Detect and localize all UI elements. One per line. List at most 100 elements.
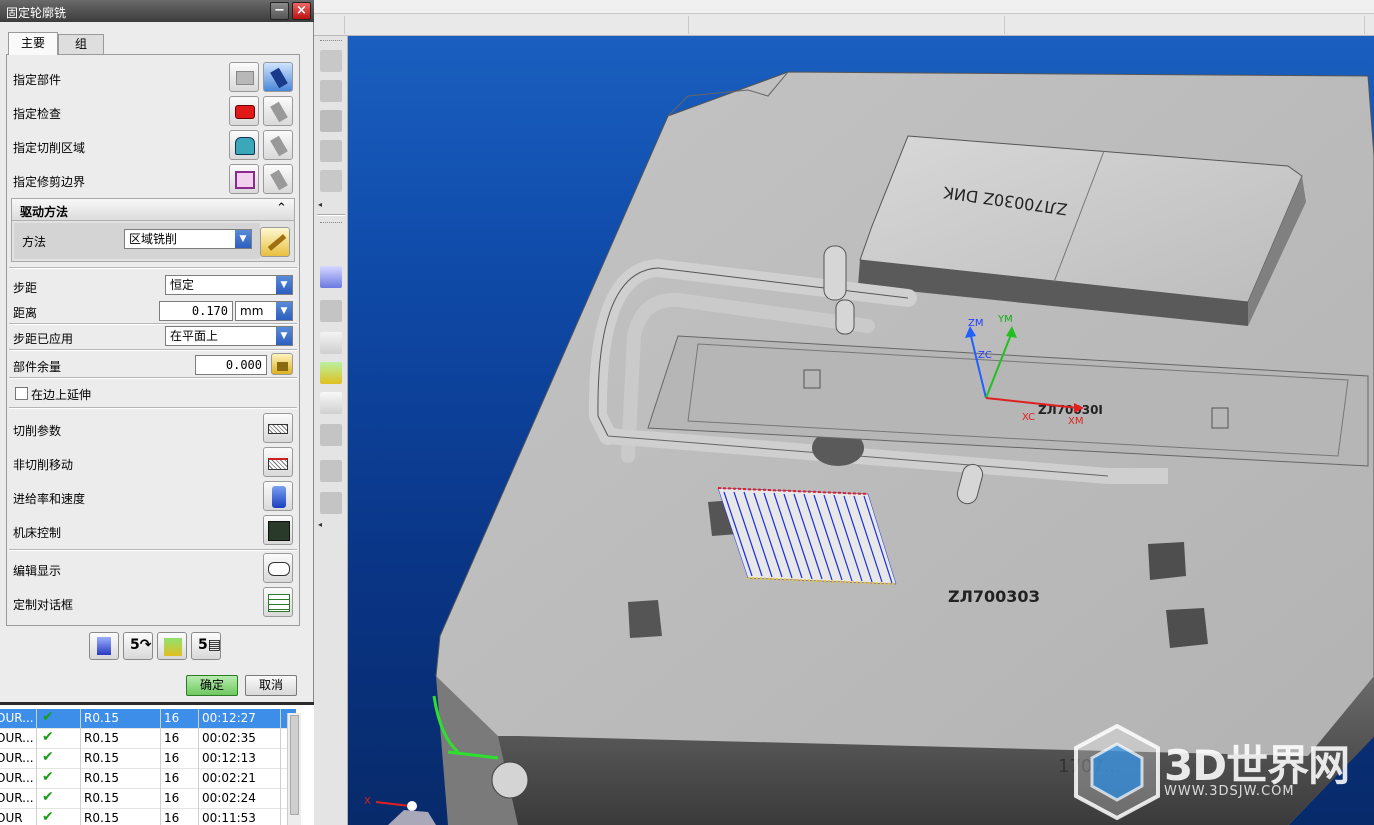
non-cutting-moves-label: 非切削移动 (13, 458, 74, 472)
table-row[interactable]: OUR... ✔ R0.15 16 00:02:24 (0, 789, 296, 809)
column-divider (280, 789, 281, 809)
verify-toolpath-icon[interactable] (320, 362, 342, 384)
postprocess-icon[interactable] (320, 392, 342, 414)
edit-display-icon (268, 562, 290, 576)
column-divider (280, 809, 281, 825)
distance-input[interactable]: 0.170 (159, 301, 233, 321)
tool-number: 16 (164, 771, 180, 785)
replay-icon[interactable] (320, 300, 342, 322)
minimize-button[interactable]: − (270, 2, 289, 20)
tab-main[interactable]: 主要 (8, 32, 58, 55)
create-method-icon[interactable] (320, 140, 342, 162)
cutting-params-icon (268, 424, 288, 434)
table-row[interactable]: OUR... ✔ R0.15 16 00:12:27 (0, 709, 296, 729)
scrollbar-thumb[interactable] (290, 715, 299, 815)
distance-unit-select[interactable]: mm ▼ (235, 301, 293, 321)
display-trim-boundary-button[interactable] (263, 164, 293, 194)
toolbar-grip[interactable] (320, 222, 342, 225)
generate-button[interactable] (89, 632, 119, 660)
operation-name: OUR... (0, 711, 34, 725)
vertical-scrollbar[interactable] (287, 713, 301, 825)
tool-number: 16 (164, 791, 180, 805)
mold-model: ZЛ70030Z DИK ZЛ70030I ZЛ70030З 1707... (364, 71, 1374, 825)
select-part-button[interactable] (229, 62, 259, 92)
edit-display-button[interactable] (263, 553, 293, 583)
column-divider (160, 749, 161, 769)
lock-button[interactable] (271, 353, 293, 375)
display-cut-area-button[interactable] (263, 130, 293, 160)
generate-icon (97, 637, 111, 655)
graphics-viewport[interactable]: ZЛ70030Z DИK ZЛ70030I ZЛ70030З 1707... (348, 36, 1374, 825)
column-divider (36, 789, 37, 809)
custom-dialog-label: 定制对话框 (13, 598, 74, 612)
ok-button[interactable]: 确定 (186, 675, 238, 696)
cancel-button[interactable]: 取消 (245, 675, 297, 696)
check-geometry-icon (235, 105, 255, 119)
collapse-arrow-icon[interactable]: ◂ (318, 200, 322, 209)
stepover-select[interactable]: 恒定 ▼ (165, 275, 293, 295)
select-cut-area-button[interactable] (229, 130, 259, 160)
generate-toolpath-icon[interactable] (320, 266, 342, 288)
table-row[interactable]: OUR... ✔ R0.15 16 00:12:13 (0, 749, 296, 769)
output-cls-icon[interactable] (320, 460, 342, 482)
table-row[interactable]: OUR... ✔ R0.15 16 00:02:21 (0, 769, 296, 789)
display-check-button[interactable] (263, 96, 293, 126)
display-part-button[interactable] (263, 62, 293, 92)
extend-at-edges-checkbox[interactable] (15, 387, 28, 400)
machine-control-icon (268, 521, 290, 541)
column-divider (160, 729, 161, 749)
main-panel: 指定部件 指定检查 指定切削区域 指定修剪边界 驱动方法 ⌃ 方法 区域铣削 ▼… (6, 54, 300, 626)
tab-group[interactable]: 组 (58, 34, 104, 54)
custom-dialog-icon (268, 594, 290, 612)
select-check-button[interactable] (229, 96, 259, 126)
drive-method-group: 驱动方法 ⌃ 方法 区域铣削 ▼ (11, 198, 295, 262)
table-row[interactable]: OUR... ✔ R0.15 16 00:02:35 (0, 729, 296, 749)
axis-ym-label: YM (997, 314, 1013, 325)
part-stock-input[interactable]: 0.000 (195, 355, 267, 375)
replay-button[interactable]: 5↷ (123, 632, 153, 660)
operation-name: OUR (0, 811, 23, 825)
method-label: 方法 (22, 235, 47, 249)
operation-name: OUR... (0, 731, 34, 745)
create-tool-icon[interactable] (320, 80, 342, 102)
dialog-titlebar[interactable]: 固定轮廓铣 − × (0, 0, 314, 22)
collapse-icon[interactable]: ⌃ (276, 201, 287, 216)
watermark: 3D世界网 WWW.3DSJW.COM (1072, 723, 1372, 824)
tool-number: 16 (164, 711, 180, 725)
list-button[interactable]: 5▤ (191, 632, 221, 660)
custom-dialog-button[interactable] (263, 587, 293, 617)
machine-control-button[interactable] (263, 515, 293, 545)
create-geometry-icon[interactable] (320, 110, 342, 132)
column-divider (80, 809, 81, 825)
stepover-applied-select[interactable]: 在平面上 ▼ (165, 326, 293, 346)
checkmark-icon: ✔ (42, 789, 54, 805)
column-divider (160, 789, 161, 809)
method-select[interactable]: 区域铣削 ▼ (124, 229, 252, 249)
create-operation-icon[interactable] (320, 170, 342, 192)
simulate-icon[interactable] (320, 492, 342, 514)
fixed-contour-dialog: 固定轮廓铣 − × 主要 组 指定部件 指定检查 指定切削区域 指定修剪边界 驱… (0, 0, 314, 702)
column-divider (198, 709, 199, 729)
feeds-speeds-button[interactable] (263, 481, 293, 511)
list-toolpath-icon[interactable] (320, 332, 342, 354)
edit-method-button[interactable] (260, 227, 290, 257)
toolbar-grip[interactable] (320, 40, 342, 43)
non-cutting-moves-button[interactable] (263, 447, 293, 477)
verify-button[interactable] (157, 632, 187, 660)
axis-xm-label: XM (1068, 416, 1083, 427)
select-trim-boundary-button[interactable] (229, 164, 259, 194)
table-row[interactable]: OUR ✔ R0.15 16 00:11:53 (0, 809, 296, 825)
cutting-params-button[interactable] (263, 413, 293, 443)
watermark-logo (1074, 723, 1160, 821)
method-value: 区域铣削 (129, 232, 178, 246)
drive-method-header[interactable]: 驱动方法 ⌃ (12, 199, 294, 221)
column-divider (80, 769, 81, 789)
shop-doc-icon[interactable] (320, 424, 342, 446)
checkmark-icon: ✔ (42, 809, 54, 825)
column-divider (36, 769, 37, 789)
column-divider (36, 729, 37, 749)
create-program-icon[interactable] (320, 50, 342, 72)
collapse-arrow-icon[interactable]: ◂ (318, 520, 322, 529)
column-divider (198, 789, 199, 809)
close-button[interactable]: × (292, 2, 311, 20)
